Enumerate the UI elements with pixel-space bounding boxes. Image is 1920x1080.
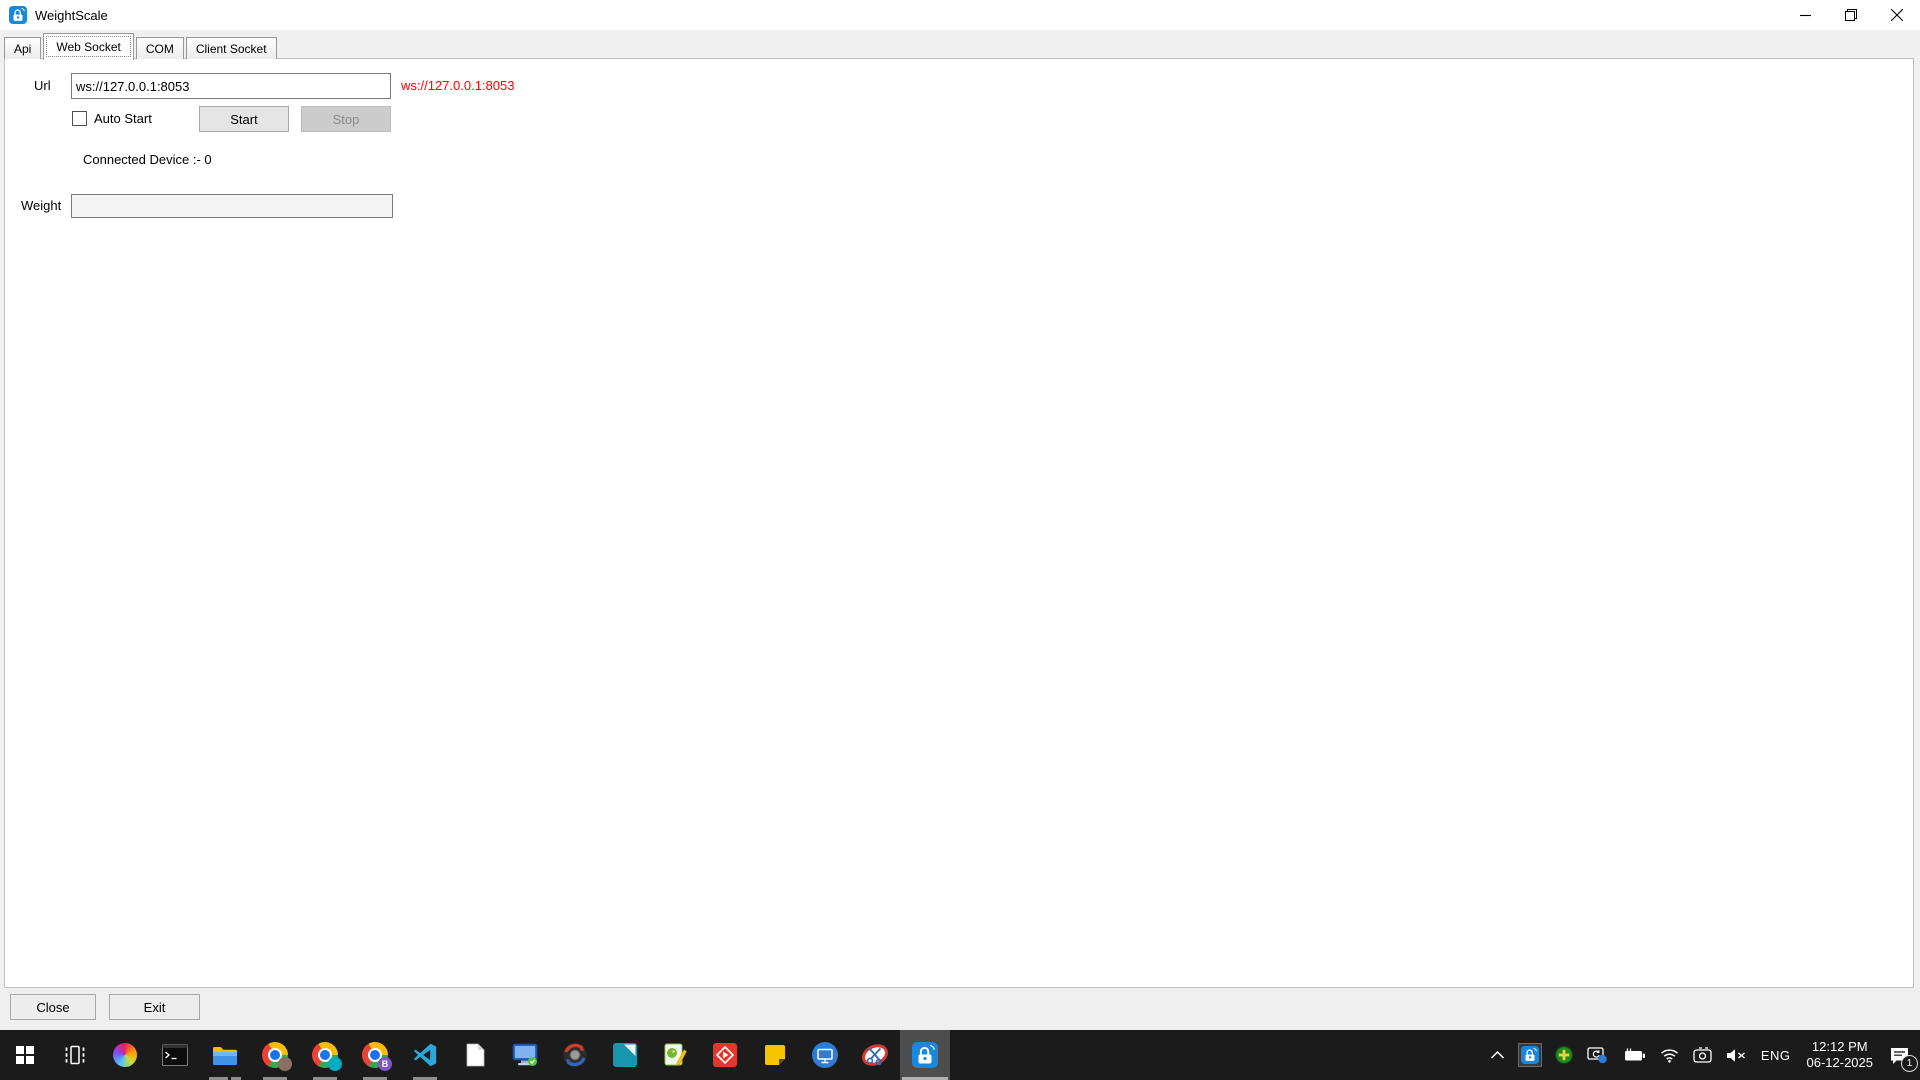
battery-charging-icon <box>1622 1048 1646 1062</box>
screen-sync-tray-button[interactable] <box>1581 1030 1614 1080</box>
start-button[interactable]: Start <box>199 106 289 132</box>
notepad-document-icon <box>464 1043 486 1067</box>
tab-com[interactable]: COM <box>136 37 184 59</box>
weightscale-icon <box>912 1042 938 1068</box>
battery-tray-button[interactable] <box>1616 1030 1652 1080</box>
chevron-up-icon <box>1490 1050 1505 1060</box>
taskbar-pinned-apps: B <box>0 1030 950 1080</box>
weightscale-app-icon <box>9 6 27 24</box>
tab-api[interactable]: Api <box>4 37 41 59</box>
camera-icon <box>1693 1047 1712 1063</box>
footer-bar: Close Exit Register Version :- 1.0.0.0 <box>0 988 1920 1030</box>
chrome-profile-b-button[interactable]: B <box>350 1030 400 1080</box>
anydesk-icon <box>713 1043 737 1067</box>
auto-start-label: Auto Start <box>94 111 152 126</box>
copilot-button[interactable] <box>100 1030 150 1080</box>
wireless-display-icon <box>811 1041 839 1069</box>
web-socket-tab-page: Url ws://127.0.0.1:8053 Auto Start Start… <box>4 58 1914 988</box>
stop-button[interactable]: Stop <box>301 106 391 132</box>
language-label: ENG <box>1761 1048 1791 1063</box>
language-indicator[interactable]: ENG <box>1755 1030 1797 1080</box>
tab-web-socket[interactable]: Web Socket <box>43 33 133 60</box>
url-label: Url <box>34 73 51 99</box>
snipping-tool-button[interactable] <box>850 1030 900 1080</box>
remote-desktop-button[interactable] <box>500 1030 550 1080</box>
chrome-profile-b-badge: B <box>378 1057 392 1071</box>
anydesk-button[interactable] <box>700 1030 750 1080</box>
copilot-icon <box>113 1043 137 1067</box>
wireless-display-button[interactable] <box>800 1030 850 1080</box>
clock[interactable]: 12:12 PM 06-12-2025 <box>1799 1030 1882 1080</box>
camera-tray-button[interactable] <box>1687 1030 1718 1080</box>
url-status-text: ws://127.0.0.1:8053 <box>401 73 514 99</box>
volume-muted-icon <box>1726 1048 1747 1063</box>
notification-count-badge: 1 <box>1901 1055 1918 1072</box>
task-view-button[interactable] <box>50 1030 100 1080</box>
chrome-profile1-button[interactable] <box>250 1030 300 1080</box>
close-button[interactable] <box>1874 0 1920 30</box>
weight-label: Weight <box>21 194 61 218</box>
taskbar: B <box>0 1030 1920 1080</box>
weightscale-tray-icon <box>1519 1044 1541 1066</box>
document-viewer-icon <box>613 1043 637 1067</box>
chrome-profile2-button[interactable] <box>300 1030 350 1080</box>
screen-sync-icon <box>1587 1046 1608 1064</box>
url-input[interactable] <box>71 73 391 99</box>
chrome-icon: B <box>362 1042 388 1068</box>
notepad-plus-plus-button[interactable] <box>650 1030 700 1080</box>
auto-start-checkbox[interactable] <box>72 111 87 126</box>
sticky-notes-button[interactable] <box>750 1030 800 1080</box>
windows-logo-icon <box>16 1046 34 1064</box>
notepad-plus-plus-icon <box>663 1043 687 1067</box>
vscode-icon <box>413 1043 437 1067</box>
vscode-button[interactable] <box>400 1030 450 1080</box>
wifi-icon <box>1660 1048 1679 1063</box>
terminal-icon <box>162 1044 188 1066</box>
chrome-icon <box>312 1042 338 1068</box>
backup-sync-icon <box>562 1042 588 1068</box>
minimize-icon <box>1800 10 1811 21</box>
clock-date: 06-12-2025 <box>1807 1055 1874 1071</box>
chrome-profile1-badge <box>278 1057 292 1071</box>
notification-center-button[interactable]: 1 <box>1883 1030 1916 1080</box>
window-title: WeightScale <box>35 8 108 23</box>
chrome-profile2-badge <box>328 1057 342 1071</box>
snipping-tool-icon <box>862 1042 888 1068</box>
system-tray: ENG 12:12 PM 06-12-2025 1 <box>1484 1030 1920 1080</box>
hidden-icons-button[interactable] <box>1484 1030 1511 1080</box>
connected-device-text: Connected Device :- 0 <box>83 152 212 167</box>
titlebar: WeightScale <box>0 0 1920 30</box>
sticky-notes-icon <box>763 1043 787 1067</box>
volume-muted-tray-button[interactable] <box>1720 1030 1753 1080</box>
auto-start-checkbox-row[interactable]: Auto Start <box>72 111 152 126</box>
backup-sync-button[interactable] <box>550 1030 600 1080</box>
minimize-button[interactable] <box>1782 0 1828 30</box>
restore-button[interactable] <box>1828 0 1874 30</box>
close-icon <box>1891 9 1903 21</box>
weight-input[interactable] <box>71 194 393 218</box>
remote-desktop-icon <box>512 1043 538 1067</box>
chrome-icon <box>262 1042 288 1068</box>
antivirus-icon <box>1555 1046 1573 1064</box>
file-explorer-button[interactable] <box>200 1030 250 1080</box>
restore-icon <box>1845 9 1857 21</box>
clock-time: 12:12 PM <box>1812 1039 1868 1055</box>
file-explorer-icon <box>212 1044 238 1066</box>
antivirus-tray-button[interactable] <box>1549 1030 1579 1080</box>
close-form-button[interactable]: Close <box>10 994 96 1020</box>
task-view-icon <box>64 1045 86 1065</box>
tab-client-socket[interactable]: Client Socket <box>186 37 277 59</box>
notepad-button[interactable] <box>450 1030 500 1080</box>
terminal-button[interactable] <box>150 1030 200 1080</box>
document-viewer-button[interactable] <box>600 1030 650 1080</box>
weightscale-taskbar-button[interactable] <box>900 1030 950 1080</box>
wifi-tray-button[interactable] <box>1654 1030 1685 1080</box>
weightscale-tray-button[interactable] <box>1513 1030 1547 1080</box>
exit-button[interactable]: Exit <box>109 994 200 1020</box>
window-controls <box>1782 0 1920 30</box>
tab-strip: Api Web Socket COM Client Socket <box>4 32 279 59</box>
start-menu-button[interactable] <box>0 1030 50 1080</box>
